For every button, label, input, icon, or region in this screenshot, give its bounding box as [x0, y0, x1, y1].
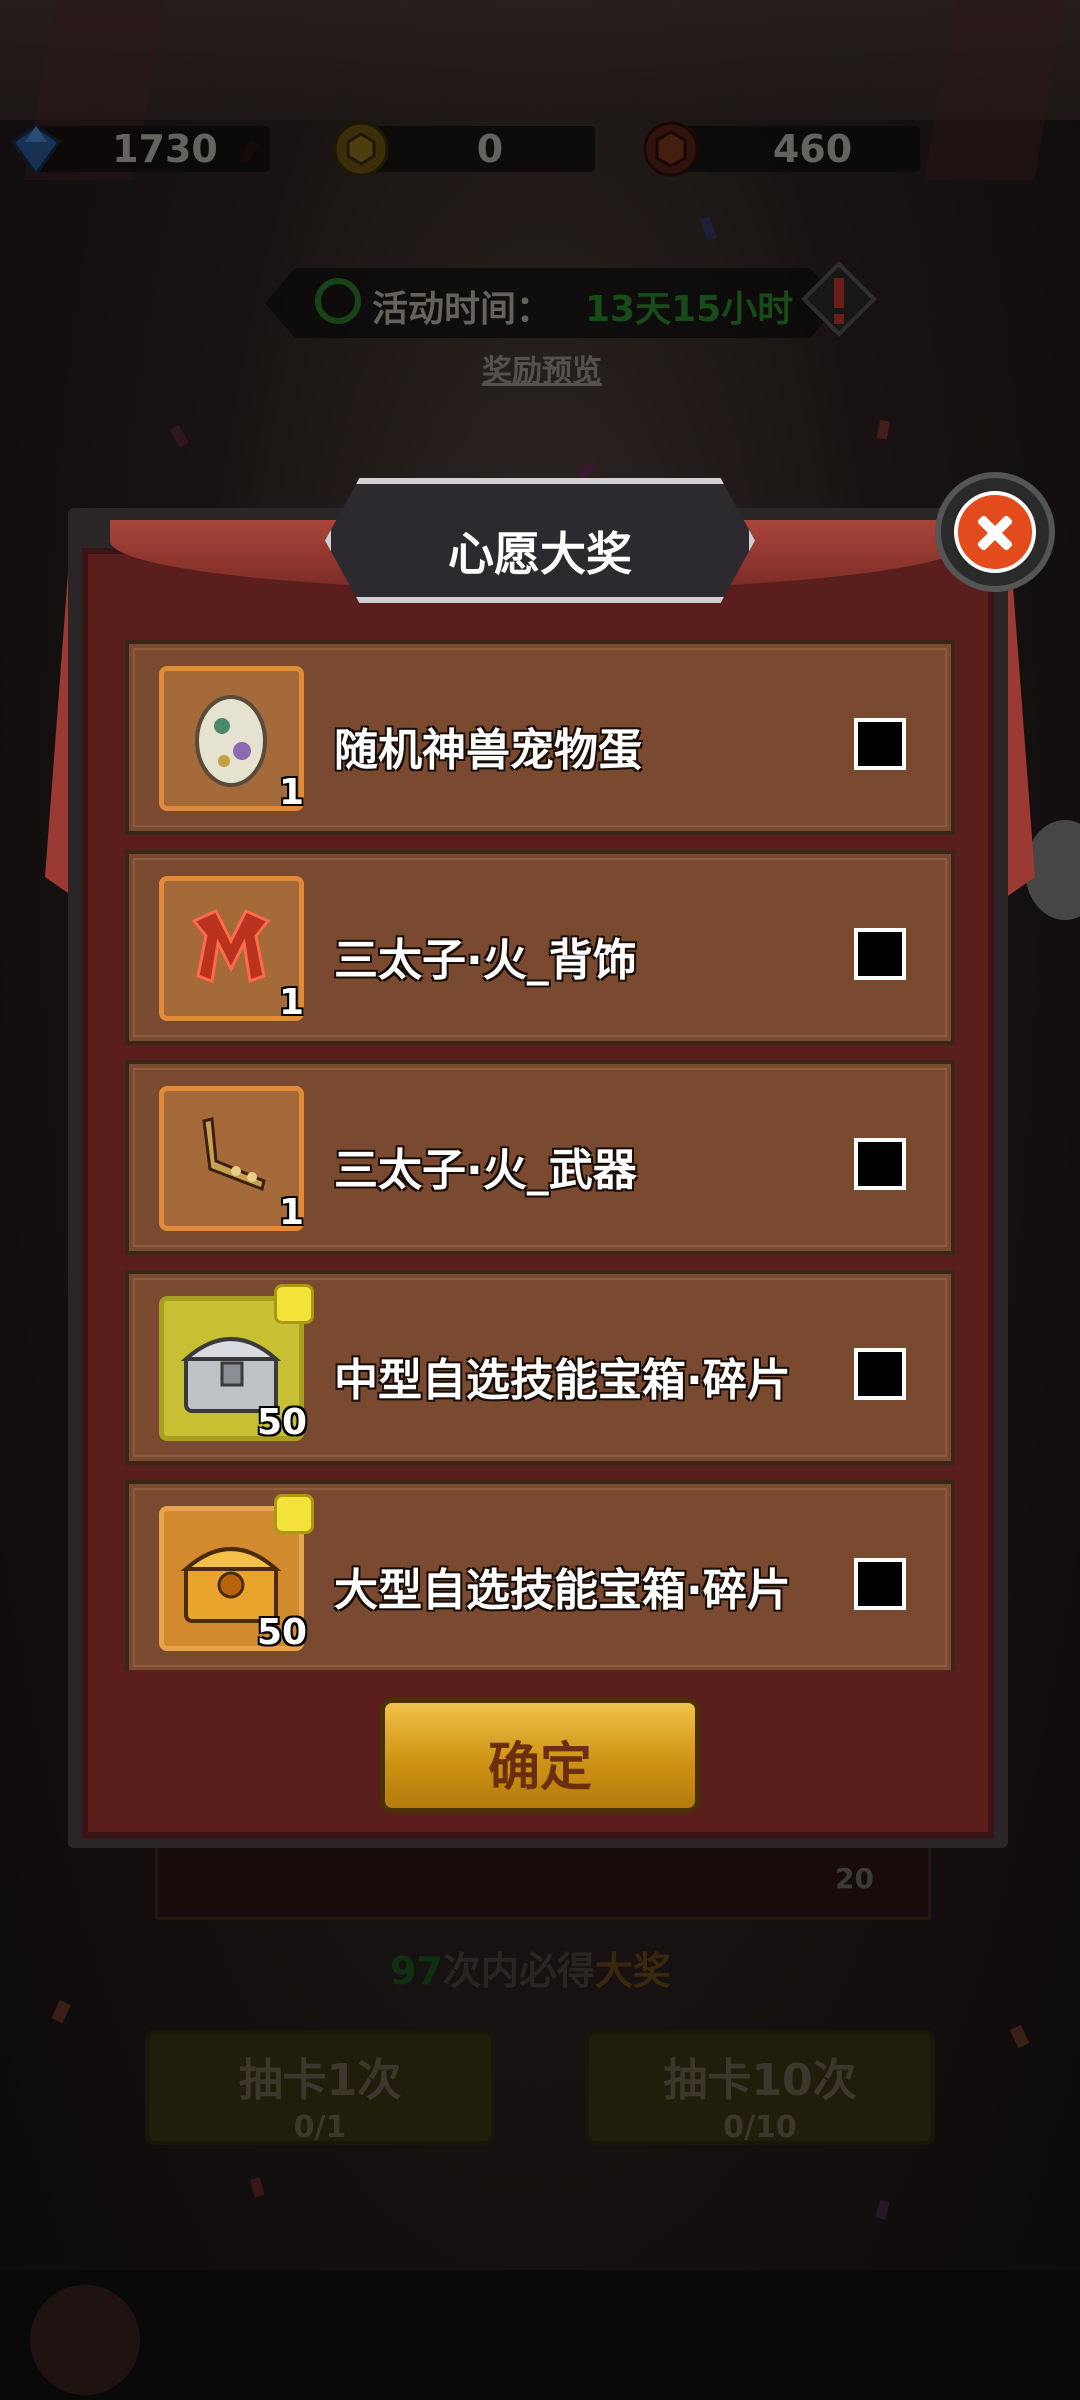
- item-checkbox[interactable]: [854, 1138, 906, 1190]
- prize-list[interactable]: 1 随机神兽宠物蛋 1 三太子·火_背饰 1 三太子·火_武器 50 中型自选技…: [125, 640, 955, 1670]
- item-name: 随机神兽宠物蛋: [334, 725, 642, 776]
- item-name: 大型自选技能宝箱·碎片: [334, 1565, 791, 1616]
- confirm-button[interactable]: 确定: [380, 1698, 700, 1813]
- item-name: 中型自选技能宝箱·碎片: [334, 1355, 791, 1406]
- list-item[interactable]: 1 随机神兽宠物蛋: [125, 640, 955, 835]
- item-quantity: 1: [279, 982, 305, 1023]
- item-quantity: 50: [257, 1612, 308, 1653]
- item-checkbox[interactable]: [854, 928, 906, 980]
- fragment-icon: [274, 1284, 314, 1324]
- list-item[interactable]: 50 大型自选技能宝箱·碎片: [125, 1480, 955, 1670]
- item-name: 三太子·火_武器: [334, 1145, 637, 1196]
- close-button[interactable]: [935, 472, 1055, 592]
- fragment-icon: [274, 1494, 314, 1534]
- list-item[interactable]: 50 中型自选技能宝箱·碎片: [125, 1270, 955, 1465]
- list-item[interactable]: 1 三太子·火_背饰: [125, 850, 955, 1045]
- item-checkbox[interactable]: [854, 718, 906, 770]
- item-quantity: 1: [279, 772, 305, 813]
- list-item[interactable]: 1 三太子·火_武器: [125, 1060, 955, 1255]
- item-checkbox[interactable]: [854, 1558, 906, 1610]
- item-quantity: 1: [279, 1192, 305, 1233]
- close-icon: [954, 491, 1036, 573]
- item-quantity: 50: [257, 1402, 308, 1443]
- dialog-title: 心愿大奖: [448, 527, 632, 581]
- confirm-label: 确定: [487, 1738, 592, 1798]
- item-name: 三太子·火_背饰: [334, 935, 637, 986]
- item-checkbox[interactable]: [854, 1348, 906, 1400]
